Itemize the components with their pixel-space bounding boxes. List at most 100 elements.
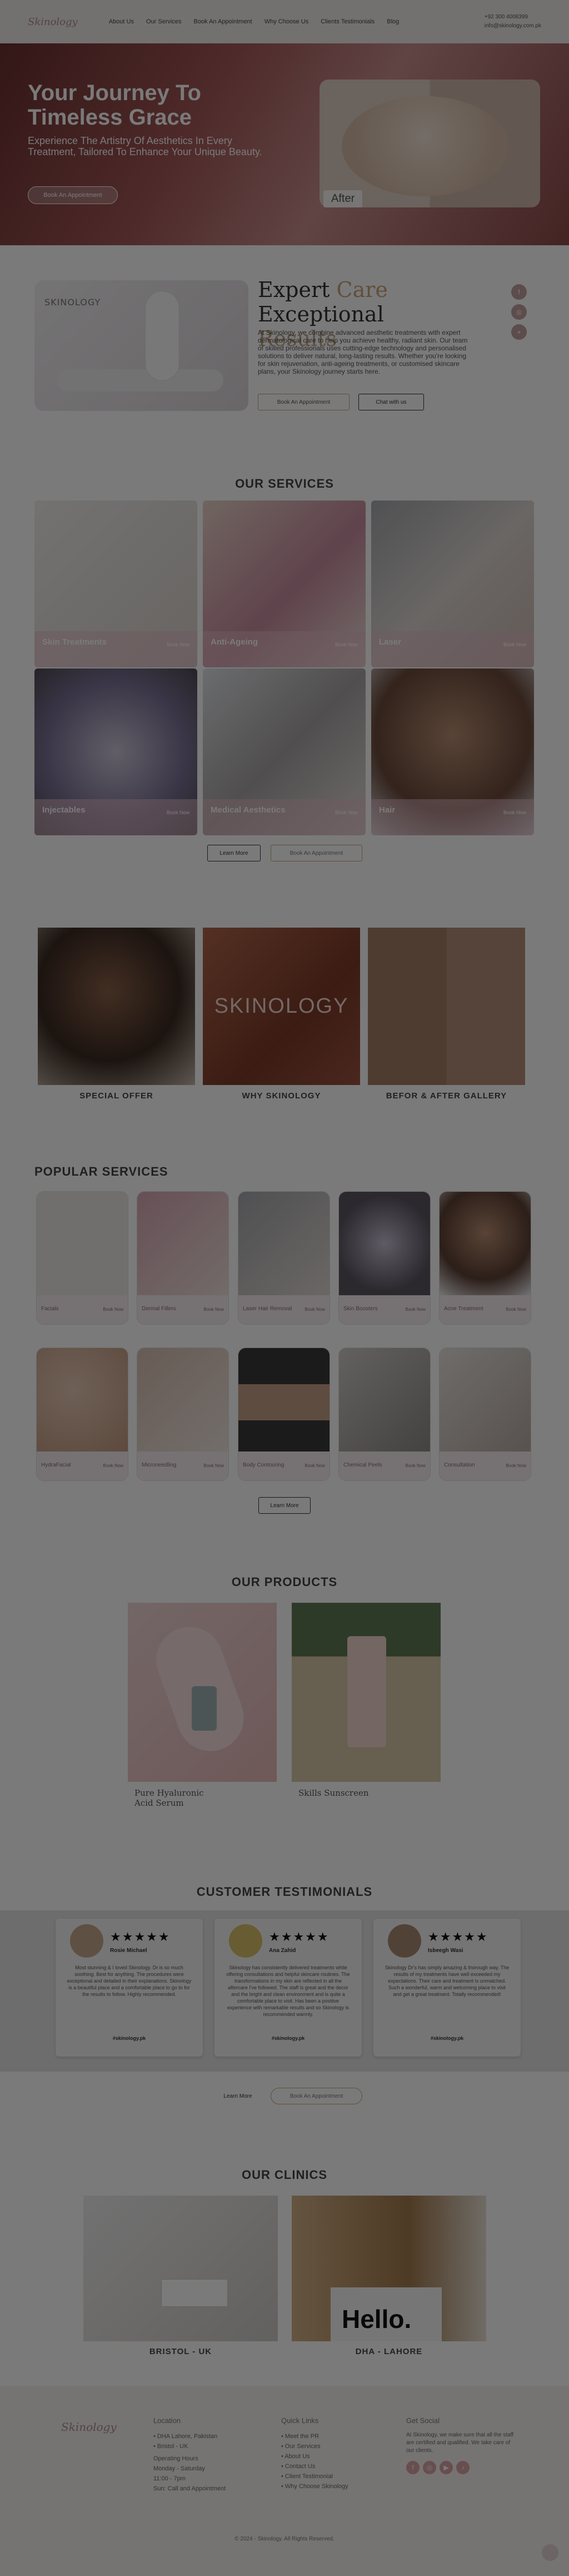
skinology-sign: SKINOLOGY <box>214 994 349 1018</box>
footer-logo[interactable]: Skinology <box>61 2420 117 2434</box>
instagram-icon[interactable]: ◎ <box>423 2461 436 2474</box>
clinics-title: OUR CLINICS <box>242 2168 327 2182</box>
footer-hours: Monday - Saturday <box>153 2465 205 2472</box>
popular-card[interactable]: Laser Hair Removal Book Now <box>238 1191 330 1325</box>
service-card[interactable]: Laser Book Now <box>371 501 534 667</box>
nav-book[interactable]: Book An Appointment <box>194 18 252 25</box>
facebook-icon[interactable]: f <box>511 284 527 300</box>
popular-card-book[interactable]: Book Now <box>305 1463 325 1468</box>
review-text: Most stunning & I loved Skinology. Dr is… <box>67 1965 192 1997</box>
special-offer-label[interactable]: SPECIAL OFFER <box>38 1091 195 1101</box>
popular-learn-more-button[interactable]: Learn More <box>258 1497 311 1514</box>
gallery-label[interactable]: BEFOR & AFTER GALLERY <box>368 1091 525 1101</box>
location-icon[interactable]: ⌖ <box>511 324 527 340</box>
footer-location-item[interactable]: • Bristol - UK <box>153 2441 237 2451</box>
avatar <box>70 1924 103 1958</box>
facebook-icon[interactable]: f <box>406 2461 420 2474</box>
header-email[interactable]: info@skinology.com.pk <box>485 22 541 31</box>
service-card[interactable]: Hair Book Now <box>371 668 534 835</box>
tiktok-icon[interactable]: ♪ <box>456 2461 470 2474</box>
popular-card[interactable]: Chemical Peels Book Now <box>338 1348 431 1481</box>
popular-card[interactable]: Body Contouring Book Now <box>238 1348 330 1481</box>
testimonials-book-button[interactable]: Book An Appointment <box>271 2088 362 2104</box>
nav-blog[interactable]: Blog <box>387 18 399 25</box>
clinic-label[interactable]: BRISTOL - UK <box>83 2347 278 2356</box>
popular-card-book[interactable]: Book Now <box>103 1307 123 1312</box>
footer-link[interactable]: • Why Choose Skinology <box>281 2481 370 2491</box>
product-image-serum[interactable] <box>128 1603 277 1782</box>
footer-link[interactable]: • Client Testimonial <box>281 2471 370 2481</box>
clinic-image-lahore[interactable]: Hello. <box>292 2196 486 2341</box>
popular-card[interactable]: Consultation Book Now <box>439 1348 531 1481</box>
popular-card[interactable]: Dermal Fillers Book Now <box>137 1191 229 1325</box>
clinic-label[interactable]: DHA - LAHORE <box>292 2347 486 2356</box>
expert-book-button[interactable]: Book An Appointment <box>258 394 350 410</box>
popular-card[interactable]: Skin Boosters Book Now <box>338 1191 431 1325</box>
popular-card[interactable]: Microneedling Book Now <box>137 1348 229 1481</box>
services-learn-more-button[interactable]: Learn More <box>207 845 261 861</box>
instagram-icon[interactable]: ◎ <box>511 304 527 320</box>
chat-widget-icon[interactable] <box>542 2544 558 2561</box>
why-skinology-label[interactable]: WHY SKINOLOGY <box>203 1091 360 1101</box>
reviewer-name: Rosie Michael <box>110 1948 147 1954</box>
popular-card[interactable]: HydraFacial Book Now <box>36 1348 128 1481</box>
footer-location-item[interactable]: • DHA Lahore, Pakistan <box>153 2431 237 2441</box>
main-nav: About Us Our Services Book An Appointmen… <box>109 18 400 25</box>
service-card-name: Skin Treatments <box>42 637 107 647</box>
footer-link[interactable]: • Meet the PR <box>281 2431 370 2441</box>
nav-about[interactable]: About Us <box>109 18 134 25</box>
testimonial-card: ★★★★★ Ana Zahid Skinology has consistent… <box>214 1919 362 2057</box>
product-name[interactable]: Pure Hyaluronic Acid Serum <box>134 1788 212 1808</box>
hero-book-button[interactable]: Book An Appointment <box>28 186 118 204</box>
before-after-gallery-image[interactable] <box>368 928 525 1085</box>
expert-care-section: SKINOLOGY Expert Care Exceptional Result… <box>0 245 569 434</box>
logo[interactable]: Skinology <box>28 16 78 28</box>
clinic-image-bristol[interactable] <box>83 2196 278 2341</box>
footer-link[interactable]: • Contact Us <box>281 2461 370 2471</box>
service-card-book[interactable]: Book Now <box>167 642 189 647</box>
reviewer-name: Isbeegh Wasi <box>428 1948 463 1954</box>
popular-card-name: Microneedling <box>142 1462 177 1468</box>
popular-card[interactable]: Acne Treatment Book Now <box>439 1191 531 1325</box>
review-text: Skinology Dr's has simply amazing & thor… <box>385 1965 510 1997</box>
review-tag: #skinology.pk <box>430 2035 464 2041</box>
footer-link[interactable]: • About Us <box>281 2451 370 2461</box>
review-tag: #skinology.pk <box>112 2035 146 2041</box>
footer-social: Get Social At Skinology, we make sure th… <box>406 2416 517 2455</box>
popular-card-book[interactable]: Book Now <box>406 1307 426 1312</box>
service-card[interactable]: Anti-Ageing Book Now <box>203 501 366 667</box>
why-skinology-image[interactable]: SKINOLOGY <box>203 928 360 1085</box>
chat-button[interactable]: Chat with us <box>358 394 424 410</box>
popular-card-book[interactable]: Book Now <box>506 1307 526 1312</box>
popular-card[interactable]: Facials Book Now <box>36 1191 128 1325</box>
footer-link[interactable]: • Our Services <box>281 2441 370 2451</box>
popular-card-book[interactable]: Book Now <box>305 1307 325 1312</box>
nav-testimonials[interactable]: Clients Testimonials <box>321 18 375 25</box>
popular-card-book[interactable]: Book Now <box>204 1307 224 1312</box>
service-card-book[interactable]: Book Now <box>335 642 358 647</box>
product-name[interactable]: Skills Sunscreen <box>298 1788 410 1798</box>
youtube-icon[interactable]: ▶ <box>440 2461 453 2474</box>
hero-subtitle: Experience The Artistry Of Aesthetics In… <box>28 135 262 157</box>
expert-title-part: Exceptional <box>258 302 384 326</box>
service-card[interactable]: Skin Treatments Book Now <box>34 501 197 667</box>
service-card-book[interactable]: Book Now <box>335 810 358 815</box>
services-book-button[interactable]: Book An Appointment <box>271 845 362 861</box>
service-card[interactable]: Medical Aesthetics Book Now <box>203 668 366 835</box>
service-card-book[interactable]: Book Now <box>503 642 526 647</box>
popular-card-book[interactable]: Book Now <box>406 1463 426 1468</box>
service-card-book[interactable]: Book Now <box>503 810 526 815</box>
special-offer-image[interactable] <box>38 928 195 1085</box>
popular-card-book[interactable]: Book Now <box>506 1463 526 1468</box>
footer-follow-title: Get Social <box>406 2416 440 2425</box>
popular-card-book[interactable]: Book Now <box>103 1463 123 1468</box>
service-card[interactable]: Injectables Book Now <box>34 668 197 835</box>
header-phone[interactable]: +92 300 4008399 <box>485 13 541 22</box>
product-image-sunscreen[interactable] <box>292 1603 441 1782</box>
hello-sign: Hello. <box>342 2305 412 2334</box>
service-card-book[interactable]: Book Now <box>167 810 189 815</box>
nav-services[interactable]: Our Services <box>146 18 182 25</box>
testimonials-learn-more-button[interactable]: Learn More <box>211 2088 264 2104</box>
popular-card-book[interactable]: Book Now <box>204 1463 224 1468</box>
nav-why[interactable]: Why Choose Us <box>264 18 308 25</box>
